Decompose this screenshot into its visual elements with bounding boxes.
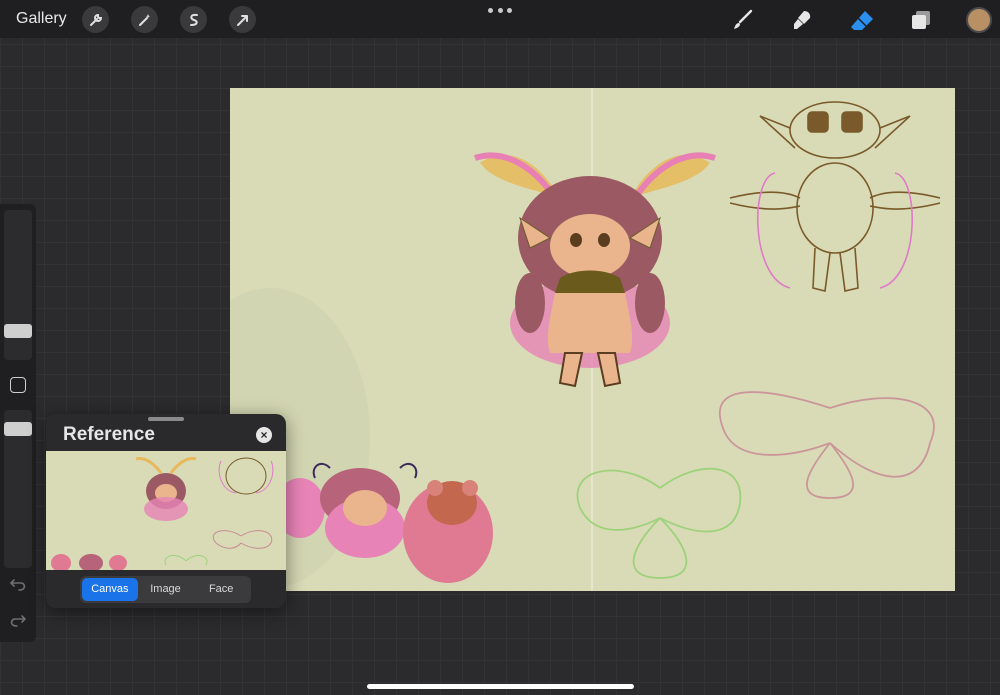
dot	[497, 7, 503, 13]
wrench-icon[interactable]	[82, 6, 109, 33]
more-options-icon[interactable]	[488, 4, 512, 16]
canvas-artwork	[230, 88, 941, 591]
close-icon[interactable]: ×	[256, 427, 272, 443]
wing-sketch-pink	[718, 391, 935, 499]
color-picker-swatch[interactable]	[966, 7, 992, 33]
dot	[488, 7, 493, 13]
magic-wand-icon[interactable]	[131, 6, 158, 33]
tab-canvas[interactable]: Canvas	[82, 578, 138, 601]
reference-title: Reference	[63, 424, 155, 445]
dot	[507, 7, 512, 13]
home-indicator[interactable]	[367, 684, 634, 689]
brush-icon[interactable]	[729, 6, 757, 34]
reference-preview	[46, 451, 286, 570]
tab-face[interactable]: Face	[193, 578, 249, 601]
left-sidebar	[0, 204, 36, 642]
sketch-character	[729, 101, 941, 292]
modify-button[interactable]	[10, 377, 26, 393]
redo-icon[interactable]	[9, 613, 27, 629]
undo-icon[interactable]	[9, 577, 27, 593]
fairy-character	[474, 152, 716, 388]
tab-image[interactable]: Image	[138, 578, 194, 601]
wing-sketch-green	[576, 467, 742, 579]
smudge-icon[interactable]	[788, 6, 816, 34]
drag-handle[interactable]	[148, 417, 184, 421]
top-toolbar: Gallery	[0, 0, 1000, 38]
transform-arrow-icon[interactable]	[229, 6, 256, 33]
eraser-icon[interactable]	[848, 6, 876, 34]
drawing-canvas[interactable]	[230, 88, 955, 591]
preview-thumbnail	[51, 456, 274, 570]
selection-icon[interactable]	[180, 6, 207, 33]
reference-mode-tabs: Canvas Image Face	[80, 576, 251, 603]
brush-size-thumb[interactable]	[4, 324, 32, 338]
reference-panel[interactable]: Reference × Canvas Image Face	[46, 414, 286, 608]
gallery-button[interactable]: Gallery	[16, 10, 67, 28]
layers-icon[interactable]	[907, 6, 935, 34]
opacity-thumb[interactable]	[4, 422, 32, 436]
